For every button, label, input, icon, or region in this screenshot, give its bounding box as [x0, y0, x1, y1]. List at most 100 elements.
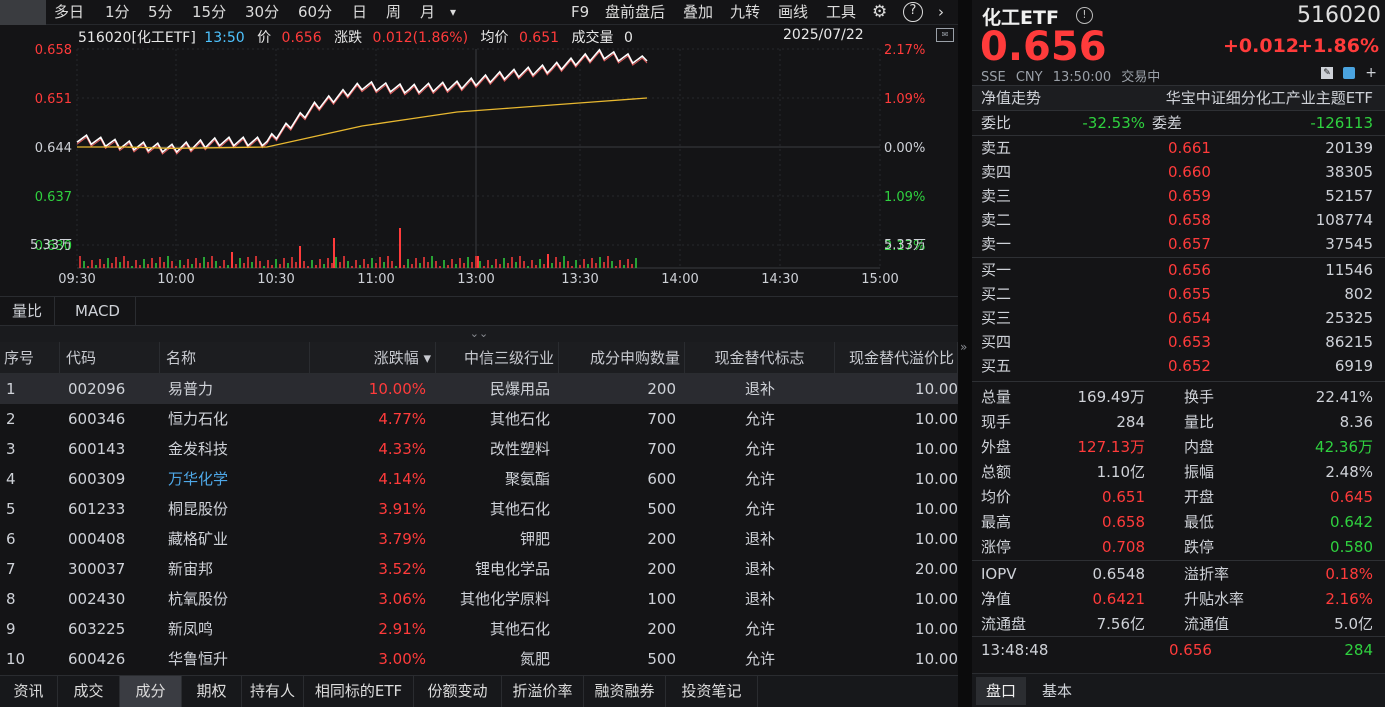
- period-dropdown-icon[interactable]: ▾: [450, 0, 456, 25]
- stat-value: 169.49万: [1077, 388, 1146, 406]
- overlay-button[interactable]: 叠加: [683, 0, 713, 25]
- stat-label: 量比: [1184, 413, 1215, 431]
- expand-arrow-icon[interactable]: »: [960, 340, 967, 354]
- intraday-chart[interactable]: 516020[化工ETF] 13:50 价 0.656 涨跌 0.012(1.8…: [0, 25, 958, 295]
- cell-premium: 10.00: [915, 530, 958, 548]
- tab-5min[interactable]: 5分: [148, 0, 173, 25]
- tab-1min[interactable]: 1分: [105, 0, 130, 25]
- bid-row[interactable]: 买四 0.653 86215: [972, 330, 1385, 354]
- help-icon[interactable]: ?: [903, 2, 923, 22]
- col-cash-premium[interactable]: 现金替代溢价比: [835, 342, 958, 374]
- table-row[interactable]: 2 600346 恒力石化 4.77% 其他石化 700 允许 10.00: [0, 404, 958, 434]
- col-industry[interactable]: 中信三级行业: [436, 342, 559, 374]
- bottom-tab-2[interactable]: 成分: [120, 676, 182, 707]
- premarket-button[interactable]: 盘前盘后: [605, 0, 665, 25]
- bottom-tab-6[interactable]: 份额变动: [414, 676, 502, 707]
- ask-row[interactable]: 卖四 0.660 38305: [972, 160, 1385, 184]
- ask-row[interactable]: 卖二 0.658 108774: [972, 208, 1385, 232]
- bid-price: 0.655: [1168, 285, 1211, 303]
- tab-15min[interactable]: 15分: [192, 0, 226, 25]
- gear-icon[interactable]: ⚙: [872, 0, 887, 25]
- bottom-tab-0[interactable]: 资讯: [0, 676, 58, 707]
- nav-trend-row[interactable]: 净值走势 华宝中证细分化工产业主题ETF: [972, 86, 1385, 110]
- cell-pct: 3.79%: [378, 530, 426, 548]
- table-row[interactable]: 7 300037 新宙邦 3.52% 锂电化学品 200 退补 20.00: [0, 554, 958, 584]
- bottom-tab-7[interactable]: 折溢价率: [502, 676, 584, 707]
- ask-price: 0.660: [1168, 163, 1211, 181]
- col-cash-flag[interactable]: 现金替代标志: [685, 342, 835, 374]
- table-row[interactable]: 8 002430 杭氧股份 3.06% 其他化学原料 100 退补 10.00: [0, 584, 958, 614]
- stat-label: IOPV: [981, 565, 1017, 583]
- table-row[interactable]: 3 600143 金发科技 4.33% 改性塑料 700 允许 10.00: [0, 434, 958, 464]
- cell-flag: 退补: [744, 530, 775, 548]
- x-tick: 14:00: [661, 272, 698, 287]
- panel-divider[interactable]: »: [958, 0, 972, 707]
- col-subscribe-qty[interactable]: 成分申购数量: [559, 342, 685, 374]
- ask-row[interactable]: 卖三 0.659 52157: [972, 184, 1385, 208]
- table-row[interactable]: 1 002096 易普力 10.00% 民爆用品 200 退补 10.00: [0, 374, 958, 404]
- table-row[interactable]: 6 000408 藏格矿业 3.79% 钾肥 200 退补 10.00: [0, 524, 958, 554]
- table-row[interactable]: 10 600426 华鲁恒升 3.00% 氮肥 500 允许 10.00: [0, 644, 958, 674]
- stat-label: 净值: [981, 590, 1012, 608]
- tab-30min[interactable]: 30分: [245, 0, 279, 25]
- info-icon[interactable]: !: [1076, 7, 1093, 24]
- table-row[interactable]: 4 600309 万华化学 4.14% 聚氨酯 600 允许 10.00: [0, 464, 958, 494]
- bid-row[interactable]: 买三 0.654 25325: [972, 306, 1385, 330]
- col-name[interactable]: 名称: [160, 342, 310, 374]
- ask-row[interactable]: 卖一 0.657 37545: [972, 232, 1385, 256]
- draw-line-button[interactable]: 画线: [778, 0, 808, 25]
- add-icon[interactable]: +: [1365, 66, 1377, 80]
- table-row[interactable]: 9 603225 新凤鸣 2.91% 其他石化 200 允许 10.00: [0, 614, 958, 644]
- bid-row[interactable]: 买一 0.656 11546: [972, 258, 1385, 282]
- bottom-tab-8[interactable]: 融资融券: [584, 676, 666, 707]
- tools-button[interactable]: 工具: [826, 0, 856, 25]
- tab-week[interactable]: 周: [386, 0, 401, 25]
- weibi-value: -32.53%: [1082, 114, 1145, 132]
- nav-trend-label[interactable]: 净值走势: [981, 86, 1041, 110]
- cell-code: 603225: [68, 620, 126, 638]
- tab-macd[interactable]: MACD: [60, 297, 136, 325]
- y-left-tick: 0.651: [35, 92, 72, 107]
- stat-value: 0.651: [1102, 488, 1145, 506]
- stat-value: 2.48%: [1325, 463, 1373, 481]
- edit-icon[interactable]: ✎: [1321, 67, 1333, 79]
- tick-time: 13:48:48: [981, 641, 1049, 659]
- bottom-tab-4[interactable]: 持有人: [242, 676, 304, 707]
- bid-row[interactable]: 买五 0.652 6919: [972, 354, 1385, 378]
- stat-value: 0.642: [1330, 513, 1373, 531]
- tab-month[interactable]: 月: [420, 0, 435, 25]
- bottom-tab-9[interactable]: 投资笔记: [666, 676, 758, 707]
- col-change-pct[interactable]: 涨跌幅 ▾: [310, 342, 436, 374]
- tab-day[interactable]: 日: [352, 0, 367, 25]
- alert-icon[interactable]: [1343, 67, 1355, 79]
- fund-code: 516020: [1297, 3, 1381, 28]
- period-first-tab[interactable]: [0, 0, 46, 25]
- stat-value: 0.18%: [1325, 565, 1373, 583]
- bottom-tab-3[interactable]: 期权: [182, 676, 242, 707]
- chevron-right-icon[interactable]: ›: [938, 0, 944, 25]
- cell-code: 300037: [68, 560, 126, 578]
- tab-basic[interactable]: 基本: [1032, 677, 1082, 705]
- cell-flag: 允许: [744, 470, 775, 488]
- bid-row[interactable]: 买二 0.655 802: [972, 282, 1385, 306]
- bottom-tab-1[interactable]: 成交: [58, 676, 120, 707]
- stat-value: 127.13万: [1077, 438, 1146, 456]
- nine-turn-button[interactable]: 九转: [730, 0, 760, 25]
- cell-pct: 3.00%: [378, 650, 426, 668]
- tab-order-book[interactable]: 盘口: [976, 677, 1026, 705]
- cell-qty: 100: [647, 590, 676, 608]
- tick-price: 0.656: [1169, 641, 1212, 659]
- col-code[interactable]: 代码: [60, 342, 160, 374]
- table-row[interactable]: 5 601233 桐昆股份 3.91% 其他石化 500 允许 10.00: [0, 494, 958, 524]
- tab-60min[interactable]: 60分: [298, 0, 332, 25]
- bottom-tab-5[interactable]: 相同标的ETF: [304, 676, 414, 707]
- cell-industry: 氮肥: [519, 650, 550, 668]
- collapse-handle[interactable]: ⌄⌄: [0, 326, 958, 342]
- tab-multi-day[interactable]: 多日: [54, 0, 84, 25]
- f9-button[interactable]: F9: [571, 0, 589, 25]
- tab-volume-ratio[interactable]: 量比: [0, 297, 56, 325]
- col-index[interactable]: 序号: [0, 342, 60, 374]
- ask-row[interactable]: 卖五 0.661 20139: [972, 136, 1385, 160]
- ask-label: 卖五: [981, 139, 1012, 157]
- y-right-tick: 2.17%: [884, 43, 925, 58]
